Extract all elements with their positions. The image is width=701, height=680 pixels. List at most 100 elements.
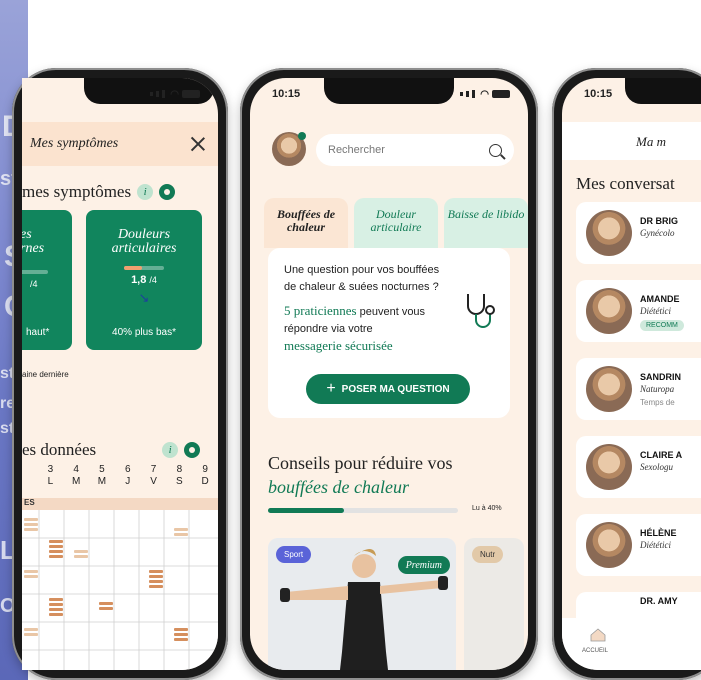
gear-icon[interactable] <box>184 442 201 458</box>
symptom-mark <box>99 602 113 612</box>
conversation-item[interactable]: HÉLÈNE Diététici <box>576 514 701 576</box>
avatar <box>586 366 632 412</box>
page-title: Mes symptômes <box>30 136 119 151</box>
plus-icon: + <box>326 380 336 397</box>
contact-name: AMANDE <box>640 294 680 304</box>
advice-heading: Conseils pour réduire vos bouffées de ch… <box>268 451 518 499</box>
data-section-title: es données i <box>22 440 201 460</box>
contact-role: Diététici <box>640 540 671 550</box>
header: Mes symptômes <box>22 122 218 166</box>
article-card[interactable]: Sport Premium <box>268 538 456 670</box>
contact-name: DR BRIG <box>640 216 678 226</box>
gear-icon[interactable] <box>159 184 176 200</box>
nav-home-label[interactable]: ACCUEIL <box>582 648 608 654</box>
contact-name: DR. AMY <box>640 596 678 606</box>
info-icon[interactable]: i <box>162 442 179 458</box>
symptom-card-joint-pain[interactable]: Douleurs articulaires 1,8 /4 ↘ 40% plus … <box>86 210 202 350</box>
search-bar[interactable]: Rechercher <box>316 134 514 166</box>
symptom-grid <box>22 510 218 670</box>
contact-name: CLAIRE A <box>640 450 683 460</box>
data-title-text: es données <box>22 440 97 459</box>
stethoscope-icon <box>464 292 498 339</box>
contact-role: Naturopa <box>640 384 675 394</box>
conversation-item[interactable]: CLAIRE A Sexologu <box>576 436 701 498</box>
card-foot: 40% plus bas* <box>112 327 176 338</box>
card-score: /4 <box>30 279 38 289</box>
wifi-icon: ◠ <box>170 88 179 100</box>
info-icon[interactable]: i <box>137 184 154 200</box>
symptom-mark <box>149 570 163 590</box>
home-icon[interactable] <box>590 628 606 642</box>
card-title: es rnes <box>22 227 45 256</box>
phone-symptoms: ◠ Mes symptômes mes symptômes i es rnes … <box>12 68 228 680</box>
card-meter <box>124 266 164 270</box>
bottom-nav: ACCUEIL <box>562 618 701 670</box>
status-icons: ◠ <box>150 89 200 100</box>
advice-title: Conseils pour réduire vos <box>268 453 453 473</box>
contact-role: Gynécolo <box>640 228 675 238</box>
status-icons: ◠ <box>460 89 510 100</box>
phone-conversations: 10:15 Ma m Mes conversat DR BRIG Gynécol… <box>552 68 701 680</box>
search-icon[interactable] <box>489 143 502 157</box>
status-bar: 10:15 ◠ <box>272 86 510 102</box>
progress-label: Lu à 40% <box>472 505 502 512</box>
section-title: mes symptômes i <box>22 182 176 202</box>
card-meter <box>22 270 48 274</box>
premium-badge: Premium <box>397 556 450 574</box>
tab-hot-flashes[interactable]: Bouffées de chaleur <box>264 198 348 248</box>
secure-messaging-link[interactable]: messagerie sécurisée <box>284 338 494 354</box>
wifi-icon: ◠ <box>480 88 489 100</box>
week-note: aine dernière <box>22 370 69 379</box>
close-icon[interactable] <box>190 136 206 152</box>
symptom-mark <box>24 518 38 533</box>
ask-question-label: POSER MA QUESTION <box>341 383 450 395</box>
symptom-mark <box>174 528 188 538</box>
status-bar: ◠ <box>44 86 200 102</box>
tab-libido[interactable]: Baisse de libido <box>444 198 528 248</box>
article-card[interactable]: Nutr <box>464 538 524 670</box>
advice-subtitle: bouffées de chaleur <box>268 477 409 497</box>
question-card: Une question pour vos bouffées de chaleu… <box>268 248 510 418</box>
symptom-mark <box>74 550 88 560</box>
online-indicator <box>298 132 306 140</box>
conversation-item[interactable]: DR BRIG Gynécolo <box>576 202 701 264</box>
grid-lines <box>22 510 218 670</box>
arrow-down-icon: ↘ <box>138 290 150 305</box>
contact-name: HÉLÈNE <box>640 528 677 538</box>
card-foot: haut* <box>26 327 50 338</box>
nutrition-tag: Nutr <box>472 546 504 563</box>
conversation-item[interactable]: AMANDE Diététici RECOMM <box>576 280 701 342</box>
avatar <box>586 288 632 334</box>
section-title-text: mes symptômes <box>22 182 132 201</box>
symptom-tabs: Bouffées de chaleur Douleur articulaire … <box>264 198 528 248</box>
app-showcase: D st S C st re sth L O, ◠ Mes symptômes <box>0 0 701 680</box>
symptom-card-left[interactable]: es rnes /4 haut* <box>22 210 72 350</box>
symptom-mark <box>24 628 38 638</box>
avatar <box>586 444 632 490</box>
screen: 10:15 Ma m Mes conversat DR BRIG Gynécol… <box>562 78 701 670</box>
battery-icon <box>492 90 510 98</box>
symptom-mark <box>24 570 38 580</box>
question-text: Une question pour vos bouffées de chaleu… <box>284 264 440 293</box>
card-score: 1,8 /4 <box>131 274 157 286</box>
screen: ◠ Mes symptômes mes symptômes i es rnes … <box>22 78 218 670</box>
contact-name: SANDRIN <box>640 372 682 382</box>
search-input[interactable]: Rechercher <box>328 144 385 156</box>
contact-extra: Temps de <box>640 398 675 407</box>
tab-joint-pain[interactable]: Douleur articulaire <box>354 198 438 248</box>
avatar <box>586 210 632 256</box>
grid-row-label: ES <box>22 498 218 510</box>
status-bar: 10:15 <box>584 86 701 102</box>
conversation-item[interactable]: SANDRIN Naturopa Temps de <box>576 358 701 420</box>
contact-role: Sexologu <box>640 462 673 472</box>
recommended-badge: RECOMM <box>640 320 684 331</box>
avatar <box>586 522 632 568</box>
sport-tag: Sport <box>276 546 312 563</box>
battery-icon <box>182 90 200 98</box>
page-header: Ma m <box>562 122 701 160</box>
reading-progress <box>268 508 458 513</box>
symptom-mark <box>49 598 63 618</box>
phone-home: 10:15 ◠ Rechercher Bouffées de chaleur D… <box>240 68 538 680</box>
question-practitioners: 5 praticiennes peuvent vous répondre via… <box>284 303 426 335</box>
ask-question-button[interactable]: + POSER MA QUESTION <box>306 374 470 404</box>
